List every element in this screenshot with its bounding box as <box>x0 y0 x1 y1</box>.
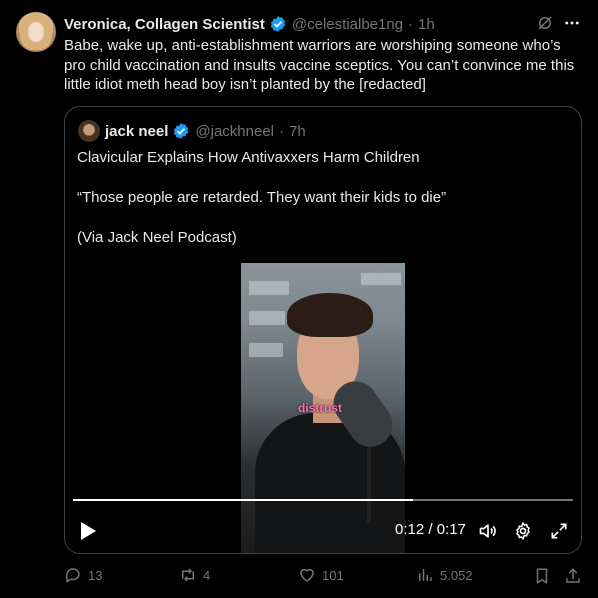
tweet-header: Veronica, Collagen Scientist @celestialb… <box>64 14 586 34</box>
play-icon[interactable] <box>79 521 97 541</box>
heart-icon <box>300 568 314 582</box>
verified-badge-icon <box>174 123 189 139</box>
reply-button[interactable]: 13 <box>64 566 102 584</box>
gear-icon[interactable] <box>513 521 533 541</box>
dot-separator: · <box>279 122 284 140</box>
author-name[interactable]: Veronica, Collagen Scientist <box>64 16 265 33</box>
like-button[interactable]: 101 <box>298 566 344 584</box>
reply-icon <box>65 568 80 583</box>
verified-badge-icon <box>270 16 286 32</box>
quoted-author-handle[interactable]: @jackhneel <box>195 123 274 140</box>
share-icon[interactable] <box>564 567 582 585</box>
tweet-text: Babe, wake up, anti-establishment warrio… <box>64 37 575 93</box>
video-frame[interactable]: distrust <box>241 263 405 553</box>
quoted-text-line-1: Clavicular Explains How Antivaxxers Harm… <box>77 149 420 166</box>
author-handle[interactable]: @celestialbe1ng <box>292 16 403 33</box>
repost-count: 4 <box>203 567 211 583</box>
dot-separator: · <box>408 15 414 33</box>
video-progress-fill <box>73 499 413 501</box>
tweet-actions: 13 4 101 5.052 <box>64 566 586 588</box>
more-options-icon[interactable] <box>562 14 582 32</box>
author-avatar[interactable] <box>16 12 56 52</box>
quoted-tweet[interactable]: jack neel @jackhneel · 7h Clavicular Exp… <box>64 106 582 554</box>
view-count: 5.052 <box>440 567 473 583</box>
background-window <box>249 343 283 357</box>
reply-count: 13 <box>88 567 103 583</box>
quoted-text-line-2: “Those people are retarded. They want th… <box>77 189 447 206</box>
background-window <box>361 273 401 285</box>
like-count: 101 <box>322 567 344 583</box>
grok-icon[interactable] <box>536 14 554 32</box>
bookmark-icon[interactable] <box>533 567 551 585</box>
quoted-author-name[interactable]: jack neel <box>105 123 168 140</box>
quoted-text-line-3: (Via Jack Neel Podcast) <box>77 229 237 246</box>
person-hair <box>287 293 373 337</box>
background-window <box>249 311 285 325</box>
quoted-tweet-time[interactable]: 7h <box>289 123 306 140</box>
video-caption: distrust <box>298 401 343 415</box>
volume-icon[interactable] <box>478 521 498 541</box>
video-progress-bar[interactable] <box>73 499 573 501</box>
video-time: 0:12 / 0:17 <box>395 521 466 538</box>
fullscreen-icon[interactable] <box>549 521 569 541</box>
background-window <box>249 281 289 295</box>
views-button[interactable]: 5.052 <box>416 566 473 584</box>
repost-button[interactable]: 4 <box>179 566 210 584</box>
avatar-face <box>28 22 44 42</box>
repost-icon <box>182 568 194 582</box>
quoted-header: jack neel @jackhneel · 7h <box>105 121 306 141</box>
video-player[interactable]: distrust 0:12 / 0:17 <box>65 263 581 553</box>
quoted-author-avatar[interactable] <box>78 120 100 142</box>
tweet-time[interactable]: 1h <box>418 16 435 33</box>
analytics-icon <box>419 569 432 581</box>
